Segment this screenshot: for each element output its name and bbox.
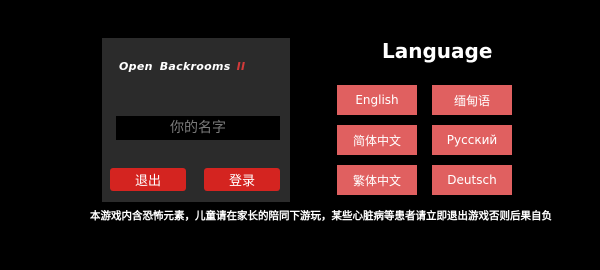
language-option-label: 简体中文 <box>352 133 401 148</box>
game-screen: Open Backrooms II 退出 登录 Language English 缅… <box>0 0 600 270</box>
language-option-label: Русский <box>446 133 498 147</box>
language-german-button[interactable]: Deutsch <box>432 165 512 195</box>
exit-button-label: 退出 <box>134 174 161 189</box>
language-traditional-chinese-button[interactable]: 繁体中文 <box>337 165 417 195</box>
player-name-input[interactable] <box>116 116 280 140</box>
language-russian-button[interactable]: Русский <box>432 125 512 155</box>
login-button[interactable]: 登录 <box>204 168 280 191</box>
logo-word-open: Open <box>119 60 153 73</box>
game-logo: Open Backrooms II <box>119 60 245 73</box>
language-burmese-button[interactable]: 缅甸语 <box>432 85 512 115</box>
logo-word-backrooms: Backrooms <box>159 60 231 73</box>
language-option-label: 缅甸语 <box>453 93 490 108</box>
language-option-label: English <box>355 93 399 107</box>
language-title: Language <box>382 39 493 63</box>
exit-button[interactable]: 退出 <box>110 168 186 191</box>
language-english-button[interactable]: English <box>337 85 417 115</box>
language-option-label: 繁体中文 <box>352 173 401 188</box>
logo-word-numeral: II <box>236 60 246 73</box>
warning-disclaimer: 本游戏内含恐怖元素，儿童请在家长的陪同下游玩，某些心脏病等患者请立即退出游戏否则… <box>90 210 552 222</box>
login-button-label: 登录 <box>228 174 255 189</box>
language-simplified-chinese-button[interactable]: 简体中文 <box>337 125 417 155</box>
login-panel: Open Backrooms II 退出 登录 <box>102 38 290 202</box>
language-option-label: Deutsch <box>447 173 497 187</box>
